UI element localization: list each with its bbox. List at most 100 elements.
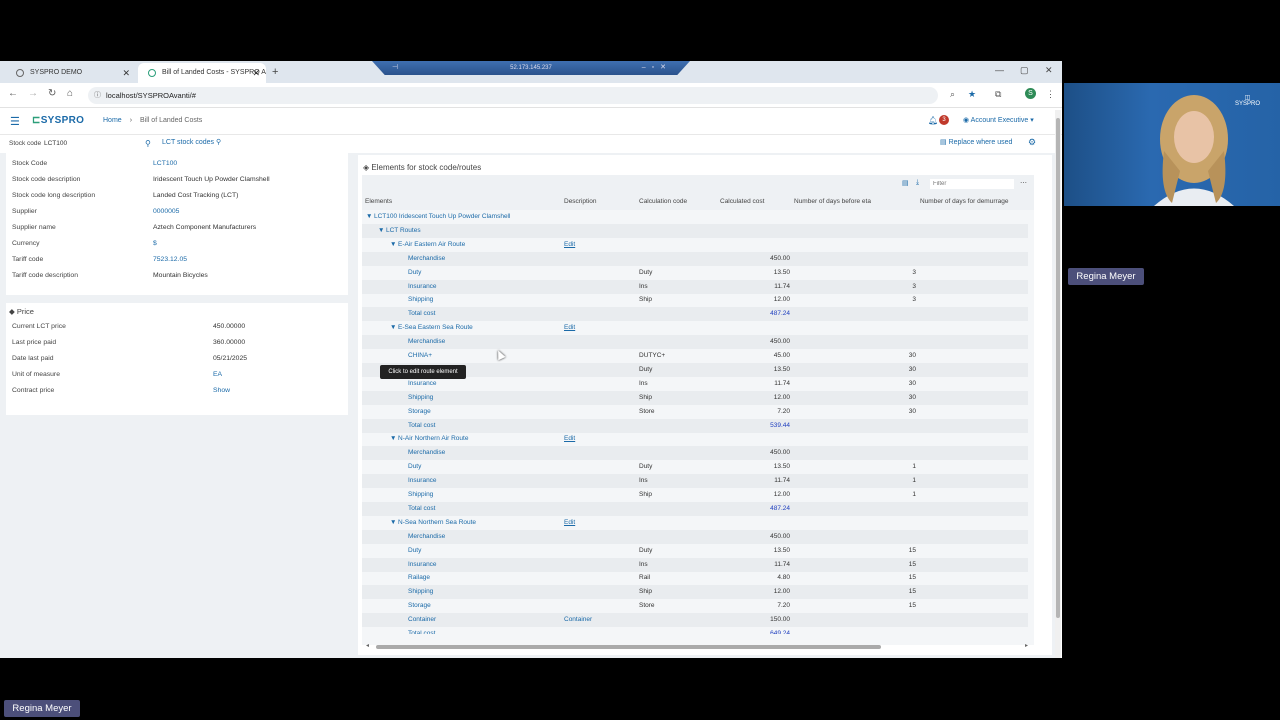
group-row[interactable]: ▼ LCT Routes (362, 223, 1028, 238)
profile-avatar[interactable]: S (1025, 88, 1036, 99)
export-icon[interactable]: ⤓ (916, 179, 919, 187)
home-icon[interactable]: ⌂ (67, 88, 73, 99)
scroll-thumb[interactable] (1056, 118, 1060, 618)
element-name[interactable]: E-Sea Eastern Sea Route (398, 321, 473, 335)
edit-link[interactable]: Edit (564, 516, 575, 530)
element-name[interactable]: Railage (408, 571, 430, 585)
element-name[interactable]: Storage (408, 405, 431, 419)
syspro-logo[interactable]: ⊏SYSPRO (32, 115, 84, 126)
element-name[interactable]: N-Air Northern Air Route (398, 432, 468, 446)
element-row[interactable]: Duty Duty 13.50 1 (362, 460, 1028, 474)
bookmark-star-icon[interactable]: ★ (968, 89, 976, 100)
horizontal-scrollbar[interactable]: ◂ ▸ (366, 642, 1032, 650)
extensions-icon[interactable]: ⧉ (995, 89, 1001, 100)
tab-bill-of-landed-costs[interactable]: Bill of Landed Costs - SYSPRO A ✕ (138, 63, 266, 83)
element-row[interactable]: Shipping Ship 12.00 1 (362, 488, 1028, 502)
element-row[interactable]: Storage Store 7.20 15 (362, 599, 1028, 613)
element-name[interactable]: Total cost (408, 502, 435, 516)
element-row[interactable]: Insurance Ins 11.74 15 (362, 557, 1028, 572)
element-row[interactable]: Merchandise 450.00 (362, 446, 1028, 461)
columns-icon[interactable]: ▤ (902, 179, 909, 187)
notification-badge[interactable]: 3 (939, 115, 949, 125)
element-name[interactable]: Merchandise (408, 446, 445, 460)
gear-icon[interactable]: ⚙ (1028, 137, 1036, 148)
url-field[interactable]: ⓘ localhost/SYSPROAvanti/# (88, 87, 938, 104)
element-name[interactable]: LCT Routes (386, 224, 421, 238)
tab-syspro-demo[interactable]: SYSPRO DEMO ✕ (6, 63, 136, 83)
element-name[interactable]: Shipping (408, 585, 433, 599)
scroll-thumb[interactable] (376, 645, 881, 649)
stock-code-input[interactable]: LCT100 (44, 140, 67, 147)
element-row[interactable]: Shipping Ship 12.00 30 (362, 390, 1028, 405)
remote-window-controls[interactable]: –▫✕ (642, 61, 672, 75)
element-name[interactable]: N-Sea Northern Sea Route (398, 516, 476, 530)
field-value[interactable]: EA (213, 367, 222, 383)
vertical-scrollbar[interactable] (1055, 110, 1061, 658)
back-icon[interactable]: ← (8, 88, 18, 99)
element-name[interactable]: Shipping (408, 293, 433, 307)
group-row[interactable]: ▼ N-Air Northern Air Route Edit (362, 432, 1028, 446)
field-value[interactable]: $ (153, 236, 157, 252)
element-name[interactable]: Merchandise (408, 530, 445, 544)
element-row[interactable]: Shipping Ship 12.00 15 (362, 585, 1028, 600)
restore-icon[interactable]: ▢ (1020, 65, 1029, 76)
field-value[interactable]: 7523.12.05 (153, 252, 187, 268)
hamburger-menu-icon[interactable]: ☰ (10, 115, 20, 128)
col-days-before-eta[interactable]: Number of days before eta (794, 194, 871, 210)
element-row[interactable]: Merchandise 450.00 (362, 529, 1028, 544)
window-close-icon[interactable]: ✕ (1045, 65, 1053, 76)
element-name[interactable]: Shipping (408, 488, 433, 502)
element-name[interactable]: Insurance (408, 474, 437, 488)
site-info-icon[interactable]: ⓘ (94, 87, 101, 104)
expand-toggle-icon[interactable]: ▼ (378, 224, 384, 238)
close-icon[interactable]: ✕ (252, 63, 260, 83)
total-row[interactable]: Total cost 487.24 (362, 307, 1028, 322)
search-icon[interactable]: ⚲ (145, 139, 151, 148)
expand-toggle-icon[interactable]: ▼ (390, 238, 396, 252)
element-row[interactable]: Storage Store 7.20 30 (362, 405, 1028, 419)
group-row[interactable]: ▼ E-Air Eastern Air Route Edit (362, 238, 1028, 252)
element-name[interactable]: Storage (408, 599, 431, 613)
element-name[interactable]: Duty (408, 544, 421, 558)
forward-icon[interactable]: → (28, 88, 38, 99)
total-row[interactable]: Total cost 487.24 (362, 501, 1028, 516)
element-row[interactable]: Container Container 150.00 (362, 613, 1028, 628)
more-menu-icon[interactable]: ⋮ (1046, 89, 1055, 100)
new-tab-button[interactable]: + (272, 63, 278, 81)
col-description[interactable]: Description (564, 194, 597, 210)
pin-icon[interactable]: ⊣ (392, 61, 398, 75)
minimize-icon[interactable]: — (995, 65, 1004, 75)
element-name[interactable]: Insurance (408, 280, 437, 294)
total-row[interactable]: Total cost 649.24 (362, 627, 1028, 634)
element-name[interactable]: Merchandise (408, 252, 445, 266)
total-row[interactable]: Total cost 539.44 (362, 418, 1028, 433)
element-row[interactable]: Railage Rail 4.80 15 (362, 571, 1028, 585)
col-calculated-cost[interactable]: Calculated cost (720, 194, 764, 210)
element-name[interactable]: Insurance (408, 558, 437, 572)
edit-link[interactable]: Edit (564, 432, 575, 446)
account-menu[interactable]: ◉ Account Executive ▾ (963, 116, 1034, 124)
reload-icon[interactable]: ↻ (48, 88, 56, 99)
edit-link[interactable]: Edit (564, 321, 575, 335)
element-name[interactable]: LCT100 Iridescent Touch Up Powder Clamsh… (374, 210, 510, 224)
field-value[interactable]: 0000005 (153, 204, 179, 220)
group-row[interactable]: ▼ N-Sea Northern Sea Route Edit (362, 516, 1028, 530)
field-value[interactable]: Show (213, 383, 230, 399)
element-row[interactable]: CHINA+ DUTYC+ 45.00 30 (362, 349, 1028, 363)
col-calculation-code[interactable]: Calculation code (639, 194, 687, 210)
element-name[interactable]: CHINA+ (408, 349, 432, 363)
group-row[interactable]: ▼ LCT100 Iridescent Touch Up Powder Clams… (362, 210, 1028, 224)
element-name[interactable]: Total cost (408, 307, 435, 321)
group-row[interactable]: ▼ E-Sea Eastern Sea Route Edit (362, 321, 1028, 335)
expand-toggle-icon[interactable]: ▼ (366, 210, 372, 224)
expand-toggle-icon[interactable]: ▼ (390, 321, 396, 335)
element-name[interactable]: Merchandise (408, 335, 445, 349)
zoom-icon[interactable]: ⌕ (950, 89, 955, 100)
element-name[interactable]: E-Air Eastern Air Route (398, 238, 465, 252)
element-row[interactable]: Duty Duty 13.50 3 (362, 266, 1028, 280)
filter-input[interactable] (930, 179, 1014, 189)
replace-where-used-button[interactable]: ▤ Replace where used (940, 138, 1012, 146)
element-name[interactable]: Container (408, 613, 436, 627)
lct-stock-codes-link[interactable]: LCT stock codes ⚲ (162, 138, 221, 146)
expand-toggle-icon[interactable]: ▼ (390, 432, 396, 446)
